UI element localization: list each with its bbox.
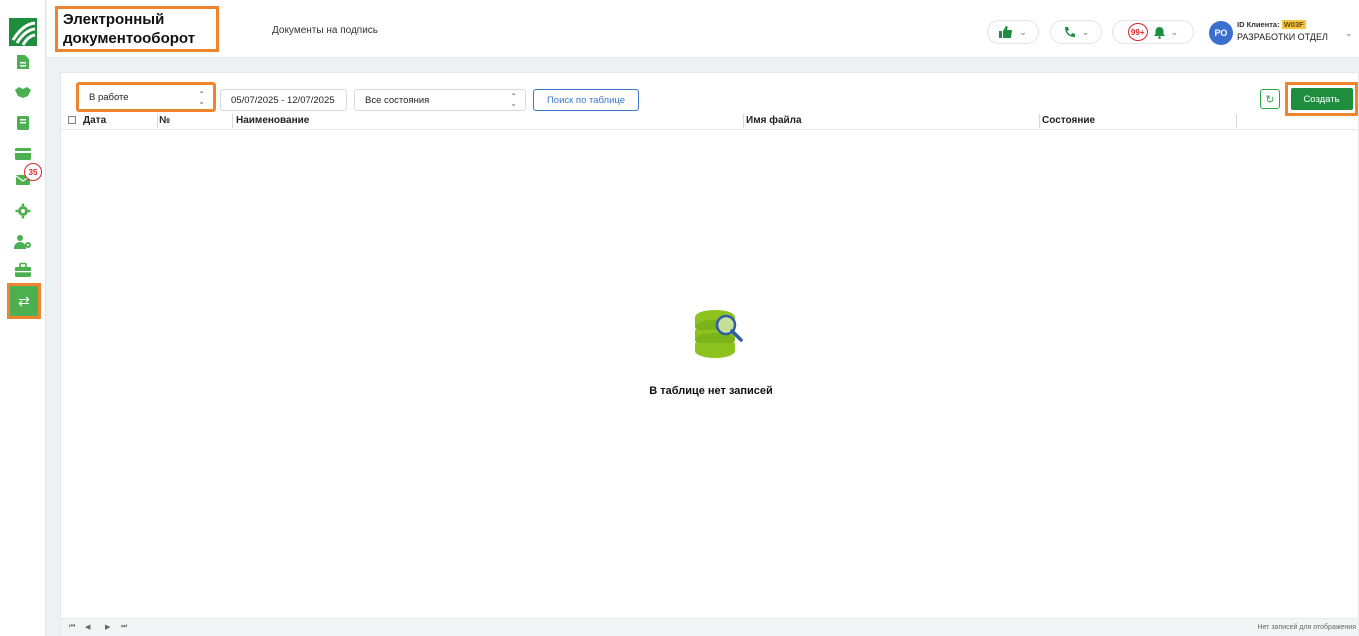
- spinner-arrows-icon: ⌃ ⌄: [198, 90, 205, 106]
- table-pager: ⏮ ◀ ▶ ⏭ Нет записей для отображения: [61, 618, 1358, 636]
- table-header: Дата № Наименование Имя файла Состояние: [61, 112, 1358, 130]
- column-header-date[interactable]: Дата: [83, 115, 106, 126]
- pager-first-icon[interactable]: ⏮: [69, 623, 75, 631]
- user-gear-icon[interactable]: [9, 230, 37, 254]
- pager-next-icon[interactable]: ▶: [105, 623, 110, 631]
- column-divider[interactable]: [1039, 114, 1040, 128]
- thumbs-up-icon: [999, 26, 1013, 38]
- notifications-dropdown-button[interactable]: 99+ ⌄: [1112, 20, 1194, 44]
- documents-panel: В работе ⌃ ⌄ 05/07/2025 - 12/07/2025 Все …: [60, 72, 1359, 636]
- book-icon[interactable]: [9, 111, 37, 135]
- client-id-label: ID Клиента:: [1237, 20, 1280, 29]
- briefcase-icon[interactable]: [9, 258, 37, 282]
- chevron-down-icon: ⌄: [1081, 26, 1090, 37]
- page-title: Электронный документооборот: [55, 6, 219, 52]
- date-range-value: 05/07/2025 - 12/07/2025: [231, 94, 335, 106]
- create-button[interactable]: Создать: [1290, 88, 1353, 110]
- database-search-icon: [693, 307, 745, 359]
- column-header-number[interactable]: №: [159, 115, 170, 126]
- column-divider[interactable]: [232, 114, 233, 128]
- exchange-icon[interactable]: ⇄: [7, 283, 41, 319]
- handshake-icon[interactable]: [9, 80, 37, 104]
- chevron-down-icon: ⌄: [1019, 26, 1027, 37]
- sidebar: 35 ⇄: [0, 0, 46, 636]
- status-select[interactable]: В работе ⌃ ⌄: [76, 82, 216, 112]
- thumbs-up-dropdown-button[interactable]: ⌄: [987, 20, 1039, 44]
- account-chevron-down-icon[interactable]: ⌄: [1345, 28, 1353, 39]
- empty-table-message: В таблице нет записей: [649, 385, 773, 397]
- bell-icon: [1153, 26, 1165, 39]
- phone-dropdown-button[interactable]: ⌄: [1050, 20, 1102, 44]
- top-header: Электронный документооборот Документы на…: [47, 0, 1359, 58]
- column-divider[interactable]: [1236, 114, 1237, 128]
- column-header-state[interactable]: Состояние: [1042, 115, 1095, 126]
- pager-prev-icon[interactable]: ◀: [85, 623, 90, 631]
- notifications-count-badge: 99+: [1127, 23, 1148, 41]
- column-header-name[interactable]: Наименование: [236, 115, 309, 126]
- document-icon[interactable]: [9, 50, 37, 74]
- avatar[interactable]: РО: [1209, 21, 1233, 45]
- table-search-button[interactable]: Поиск по таблице: [533, 89, 639, 111]
- department-name: РАЗРАБОТКИ ОТДЕЛ: [1237, 32, 1328, 42]
- gear-icon[interactable]: [9, 199, 37, 223]
- phone-icon: [1064, 26, 1075, 37]
- create-button-highlight: Создать: [1285, 82, 1358, 116]
- pager-info: Нет записей для отображения: [1257, 624, 1356, 631]
- column-divider[interactable]: [743, 114, 744, 128]
- spinner-arrows-icon: ⌃ ⌄: [510, 92, 517, 108]
- client-id: ID Клиента: W03F: [1237, 20, 1306, 29]
- unread-count-badge: 35: [24, 163, 42, 181]
- select-all-checkbox[interactable]: [68, 116, 76, 124]
- state-select-value: Все состояния: [365, 94, 430, 106]
- state-select[interactable]: Все состояния ⌃ ⌄: [354, 89, 526, 111]
- nav-link-documents-to-sign[interactable]: Документы на подпись: [272, 25, 378, 36]
- date-range-input[interactable]: 05/07/2025 - 12/07/2025: [220, 89, 347, 111]
- chevron-down-icon: ⌄: [1170, 26, 1179, 37]
- company-logo-icon[interactable]: [9, 18, 37, 46]
- client-id-value: W03F: [1281, 20, 1306, 29]
- pager-last-icon[interactable]: ⏭: [121, 623, 127, 631]
- column-divider[interactable]: [157, 114, 158, 128]
- status-select-value: В работе: [89, 91, 129, 103]
- refresh-icon[interactable]: ↻: [1260, 89, 1280, 109]
- column-header-filename[interactable]: Имя файла: [746, 115, 802, 126]
